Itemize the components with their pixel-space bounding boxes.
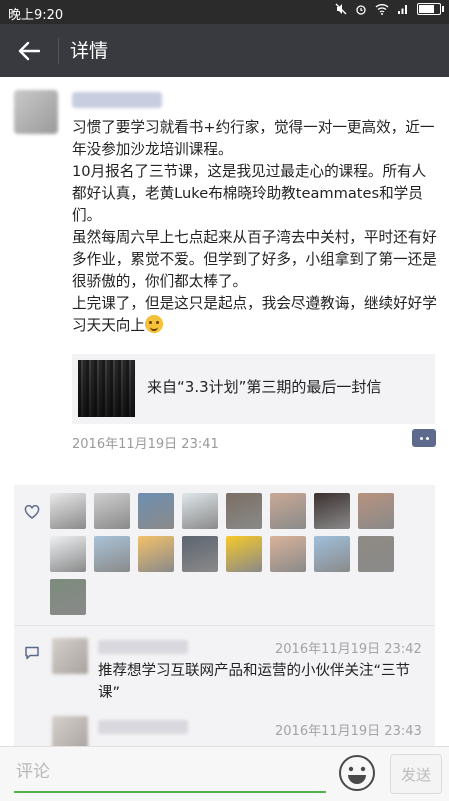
shared-link-card[interactable]: 来自“3.3计划”第三期的最后一封信 — [72, 354, 435, 424]
mute-icon — [335, 3, 347, 15]
status-time: 晚上9:20 — [8, 8, 64, 23]
post-paragraph-text: 上完课了，但是这只是起点，我会尽遵教诲，继续好好学习天天向上 — [72, 295, 437, 334]
liker-avatar[interactable] — [314, 493, 350, 529]
alarm-icon — [356, 5, 366, 15]
link-thumbnail — [78, 360, 135, 417]
post-paragraph: 习惯了要学习就看书+约行家，觉得一对一更高效，近一年没参加沙龙培训课程。 — [72, 119, 435, 158]
back-button[interactable] — [12, 34, 46, 68]
post-text: 习惯了要学习就看书+约行家，觉得一对一更高效，近一年没参加沙龙培训课程。 10月… — [72, 117, 437, 337]
commenter-name[interactable] — [98, 640, 188, 654]
liker-avatar[interactable] — [270, 536, 306, 572]
post-timestamp: 2016年11月19日 23:41 — [72, 437, 219, 452]
comment-bar: 发送 — [0, 746, 449, 801]
author-avatar[interactable] — [14, 90, 58, 134]
battery-fill — [419, 5, 435, 13]
battery-icon — [417, 3, 444, 15]
status-bar: 晚上9:20 — [0, 0, 449, 24]
liker-avatar[interactable] — [50, 536, 86, 572]
arrow-left-icon — [18, 41, 40, 61]
liker-avatar[interactable] — [314, 536, 350, 572]
title-bar: 详情 — [0, 24, 449, 77]
post-paragraph: 10月报名了三节课，这是我见过最走心的课程。所有人都好认真，老黄Luke布棉晓玲… — [72, 163, 427, 224]
title-divider — [58, 38, 59, 64]
status-icons — [335, 3, 444, 15]
author-name[interactable] — [72, 92, 162, 108]
liker-avatar[interactable] — [182, 493, 218, 529]
liker-avatar[interactable] — [182, 536, 218, 572]
likes-panel — [14, 485, 435, 625]
liker-avatar[interactable] — [50, 493, 86, 529]
liker-avatar[interactable] — [138, 536, 174, 572]
liker-avatar[interactable] — [50, 579, 86, 615]
commenter-name[interactable] — [98, 720, 188, 734]
heart-icon — [24, 505, 40, 519]
liker-avatar[interactable] — [226, 493, 262, 529]
dot-icon — [419, 436, 423, 440]
send-button[interactable]: 发送 — [390, 754, 442, 794]
liker-avatar[interactable] — [226, 536, 262, 572]
link-title: 来自“3.3计划”第三期的最后一封信 — [147, 378, 382, 396]
dot-icon — [425, 436, 429, 440]
comment-timestamp: 2016年11月19日 23:42 — [275, 642, 422, 657]
comment-input-wrapper — [14, 755, 328, 793]
comment-text[interactable]: 推荐想学习互联网产品和运营的小伙伴关注“三节课” — [98, 660, 428, 704]
post-paragraph: 虽然每周六早上七点起来从百子湾去中关村，平时还有好多作业，累觉不爱。但学到了好多… — [72, 229, 437, 290]
commenter-avatar[interactable] — [52, 638, 88, 674]
liker-avatar[interactable] — [270, 493, 306, 529]
liker-avatar[interactable] — [358, 536, 394, 572]
liker-avatar[interactable] — [358, 493, 394, 529]
comment-action-button[interactable] — [412, 429, 436, 447]
page-title: 详情 — [70, 40, 109, 62]
grin-emoji-icon — [144, 315, 163, 333]
post-paragraph-last: 上完课了，但是这只是起点，我会尽遵教诲，继续好好学习天天向上 — [72, 293, 437, 337]
comment-bubble-icon — [25, 646, 39, 660]
smiley-icon — [339, 755, 375, 791]
comment-input[interactable] — [14, 755, 328, 789]
liker-avatar[interactable] — [94, 493, 130, 529]
liker-avatar[interactable] — [94, 536, 130, 572]
comment-timestamp: 2016年11月19日 23:43 — [275, 724, 422, 739]
emoji-button[interactable] — [338, 754, 376, 792]
signal-icon — [398, 5, 407, 14]
comments-panel: 2016年11月19日 23:42 推荐想学习互联网产品和运营的小伙伴关注“三节… — [14, 626, 435, 752]
wifi-icon — [375, 4, 389, 15]
liker-avatar[interactable] — [138, 493, 174, 529]
